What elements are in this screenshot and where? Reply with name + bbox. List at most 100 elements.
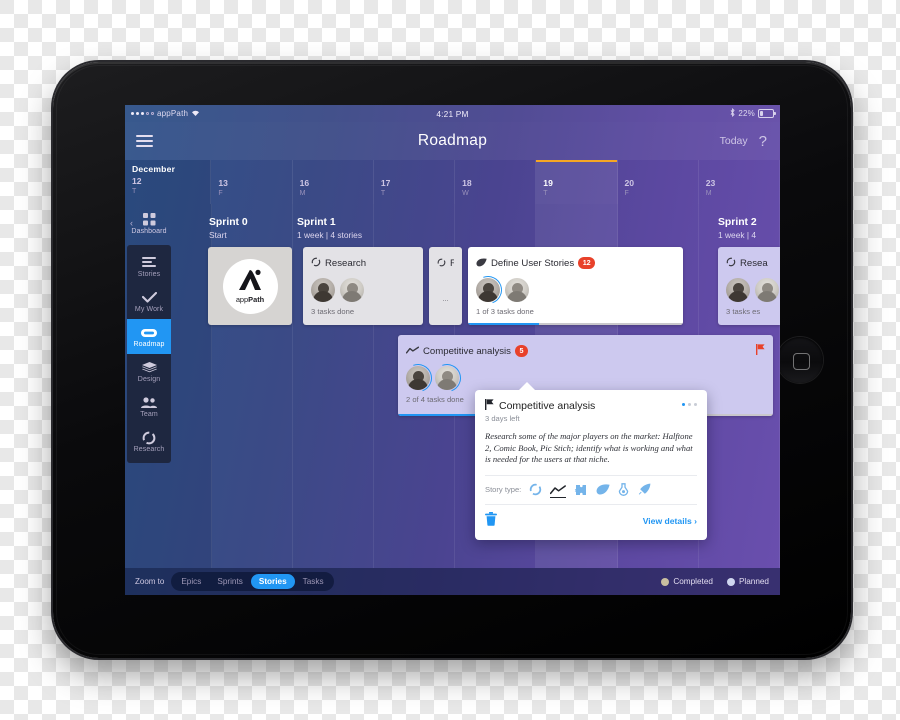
zoom-option-stories[interactable]: Stories	[250, 574, 295, 589]
progress-bar	[468, 322, 683, 325]
battery-icon	[758, 109, 776, 118]
ipad-screen: appPath 4:21 PM 22% Roadmap Today ? Dece…	[125, 105, 780, 595]
popover-arrow	[518, 382, 536, 391]
card-define-user-stories[interactable]: Define User Stories 12 1 of 3 tasks done	[468, 247, 683, 325]
popover-title: Competitive analysis	[499, 400, 596, 412]
timeline-day-number: 13	[218, 178, 228, 188]
leaf-icon[interactable]	[596, 484, 610, 495]
flag-icon[interactable]	[756, 344, 765, 358]
ipad-device: appPath 4:21 PM 22% Roadmap Today ? Dece…	[53, 62, 851, 658]
logo-circle: appPath	[222, 258, 278, 314]
home-button-icon	[792, 352, 810, 370]
timeline-day-number: 23	[705, 178, 716, 188]
status-bar: appPath 4:21 PM 22%	[125, 105, 780, 122]
card-research[interactable]: Research 3 tasks done	[303, 247, 423, 325]
card-footer: 3 tasks es	[726, 307, 761, 316]
circle-dashed-icon[interactable]	[529, 483, 542, 496]
card-sprint0-logo[interactable]: appPath	[208, 247, 292, 325]
chevron-left-icon[interactable]: ‹	[130, 218, 133, 228]
timeline-header: December 12 T 13 F 16 M 17 T 18 W 19 T 2…	[125, 160, 780, 204]
sidebar-item-design[interactable]: Design	[127, 354, 171, 389]
card-header: Research	[303, 247, 423, 272]
timeline-day-column-today[interactable]: 19 T	[536, 160, 618, 204]
status-bar-time: 4:21 PM	[436, 108, 469, 119]
list-icon	[127, 256, 171, 269]
card-avatars	[398, 359, 773, 397]
sidebar-item-label: Design	[137, 376, 161, 383]
chart-line-icon[interactable]	[550, 485, 567, 498]
sprint-subtitle: 1 week | 4 stories	[297, 230, 363, 240]
home-button[interactable]	[777, 337, 823, 383]
zoom-option-sprints[interactable]: Sprints	[209, 574, 250, 589]
legend: Completed Planned	[661, 577, 780, 586]
timeline-day-column[interactable]: 17 T	[374, 160, 456, 204]
sidebar-item-research[interactable]: Research	[127, 424, 171, 459]
page-title: Roadmap	[417, 132, 488, 149]
timeline-day-letter: F	[218, 190, 223, 197]
timeline-day-column[interactable]: 13 F	[211, 160, 293, 204]
sprint-title: Sprint 2	[718, 217, 757, 228]
card-avatars	[718, 272, 780, 302]
timeline-day-letter: M	[299, 190, 306, 197]
logo-wordmark: appPath	[235, 294, 265, 304]
zoom-option-tasks[interactable]: Tasks	[295, 574, 332, 589]
timeline-day-column[interactable]: December 12 T	[125, 160, 212, 204]
zoom-option-epics[interactable]: Epics	[173, 574, 209, 589]
popover-subtitle: 3 days left	[485, 414, 520, 423]
roadmap-cards-layer: Sprint 0 Start Sprint 1 1 week | 4 stori…	[173, 204, 780, 568]
nav-bar: Roadmap Today ?	[125, 122, 780, 160]
rocket-icon[interactable]	[637, 483, 651, 497]
avatar	[311, 278, 335, 302]
legend-dot	[661, 577, 670, 586]
popover-footer: View details ›	[475, 505, 707, 540]
flask-icon[interactable]	[618, 483, 629, 497]
card-research-clipped[interactable]: R... ...	[429, 247, 462, 325]
sidebar-item-my-work[interactable]: My Work	[127, 284, 171, 319]
card-avatars	[468, 271, 683, 309]
card-footer: ...	[442, 294, 449, 303]
sprint-title: Sprint 0	[209, 217, 248, 228]
flag-icon	[485, 399, 494, 413]
avatar	[726, 278, 750, 302]
card-title: Define User Stories	[491, 257, 575, 269]
more-dots-icon[interactable]	[682, 399, 697, 406]
timeline-day-number: 18	[462, 178, 472, 188]
popover-title-row: Competitive analysis	[485, 399, 595, 413]
circle-dashed-icon	[127, 431, 171, 444]
sprint-label-0: Sprint 0 Start	[209, 216, 248, 241]
chart-line-icon	[405, 342, 420, 360]
popover-header: Competitive analysis	[475, 390, 707, 413]
roadmap-icon	[127, 326, 171, 339]
timeline-day-letter: W	[462, 190, 469, 197]
sidebar-item-team[interactable]: Team	[127, 389, 171, 424]
card-research-sprint2[interactable]: Resea 3 tasks es	[718, 247, 780, 325]
story-detail-popover: Competitive analysis 3 days left Researc…	[475, 382, 707, 540]
bottom-toolbar: Zoom to Epics Sprints Stories Tasks Comp…	[125, 568, 780, 595]
sidebar-item-label: Roadmap	[133, 341, 165, 348]
timeline-day-number: 17	[380, 178, 391, 188]
sidebar-item-label: Research	[133, 446, 165, 453]
avatar	[755, 278, 779, 302]
legend-item-planned: Planned	[726, 577, 769, 586]
timeline-day-column[interactable]: 16 M	[293, 160, 374, 204]
timeline-day-column[interactable]: 23 M	[699, 160, 780, 204]
trash-icon[interactable]	[485, 511, 497, 531]
legend-item-completed: Completed	[661, 577, 713, 586]
card-badge: 12	[578, 257, 596, 269]
timeline-day-column[interactable]: 20 F	[618, 160, 699, 204]
puzzle-icon[interactable]	[574, 484, 588, 496]
timeline-day-column[interactable]: 18 W	[455, 160, 537, 204]
popover-description: Research some of the major players on th…	[485, 431, 693, 465]
circle-dashed-icon	[437, 254, 446, 272]
timeline-month-label: December	[132, 164, 176, 174]
sidebar-item-label: My Work	[134, 306, 164, 313]
circle-dashed-icon	[726, 254, 736, 272]
card-badge: 5	[514, 345, 528, 357]
sidebar-item-stories[interactable]: Stories	[127, 249, 171, 284]
view-details-link[interactable]: View details ›	[643, 516, 697, 526]
card-header: R...	[429, 247, 462, 272]
sidebar-item-roadmap[interactable]: Roadmap	[127, 319, 171, 354]
avatar	[428, 359, 466, 397]
sidebar-nav-list: Stories My Work Roadmap Design Team Rese…	[127, 245, 171, 463]
sidebar-item-dashboard[interactable]: ‹ Dashboard	[125, 204, 173, 245]
